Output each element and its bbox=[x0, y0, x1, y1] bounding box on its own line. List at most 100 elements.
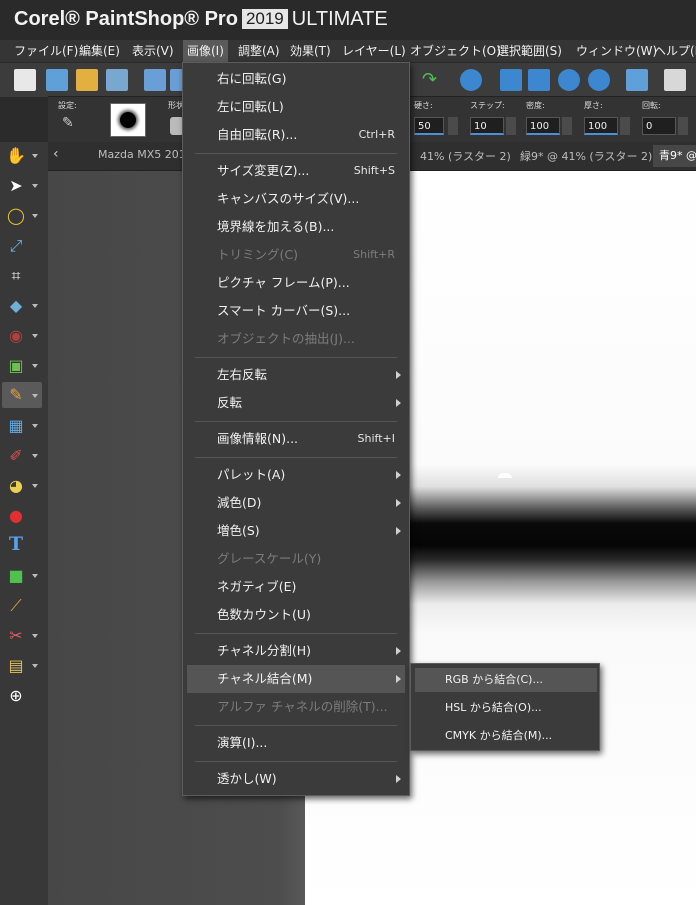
tool-flyout-arrow[interactable] bbox=[32, 364, 38, 368]
rotation-spinner[interactable] bbox=[678, 117, 688, 135]
pan-hand-icon[interactable]: ✋ bbox=[6, 146, 26, 166]
doc-tab-red[interactable]: 41% (ラスター 2) bbox=[420, 148, 511, 164]
step-input[interactable]: 10 bbox=[470, 117, 504, 135]
paint-brush-icon[interactable]: ✎ bbox=[6, 385, 26, 405]
redo-arrow-icon[interactable]: ↷ bbox=[422, 69, 444, 91]
menu-item-image-info[interactable]: 画像情報(N)... Shift+I bbox=[187, 425, 405, 453]
submenu-item-combine-cmyk[interactable]: CMYK から結合(M)... bbox=[415, 724, 597, 748]
chevron-left-icon[interactable]: ‹ bbox=[53, 146, 59, 162]
menu-item-rotate-right[interactable]: 右に回転(G) bbox=[187, 65, 405, 93]
pen-tool-icon[interactable]: ⟋ bbox=[6, 596, 26, 616]
doc-tab-mazda[interactable]: Mazda MX5 2016 bbox=[98, 148, 193, 161]
zoom-in-icon[interactable] bbox=[588, 69, 610, 91]
scanner-icon[interactable] bbox=[106, 69, 128, 91]
clone-icon[interactable]: ▣ bbox=[6, 356, 26, 376]
menu-item-resize[interactable]: サイズ変更(Z)... Shift+S bbox=[187, 157, 405, 185]
menu-item-increase-colors[interactable]: 増色(S) bbox=[187, 517, 405, 545]
warp-brush-icon[interactable]: ✂ bbox=[6, 626, 26, 646]
menu-item-watermark[interactable]: 透かし(W) bbox=[187, 765, 405, 793]
shape-tool-icon[interactable]: ■ bbox=[6, 566, 26, 586]
open-folder-icon[interactable] bbox=[76, 69, 98, 91]
menu-layers[interactable]: レイヤー(L) bbox=[338, 40, 410, 62]
menu-item-object-extractor[interactable]: オブジェクトの抽出(J)... bbox=[187, 325, 405, 353]
menu-item-greyscale[interactable]: グレースケール(Y) bbox=[187, 545, 405, 573]
menu-item-canvas-size[interactable]: キャンバスのサイズ(V)... bbox=[187, 185, 405, 213]
menu-item-rotate-left[interactable]: 左に回転(L) bbox=[187, 93, 405, 121]
tool-flyout-arrow[interactable] bbox=[32, 664, 38, 668]
menu-item-combine-channel[interactable]: チャネル結合(M) bbox=[187, 665, 405, 693]
tool-flyout-arrow[interactable] bbox=[32, 634, 38, 638]
flood-fill-icon[interactable]: ◕ bbox=[6, 476, 26, 496]
menu-selections[interactable]: 選択範囲(S) bbox=[493, 40, 566, 62]
thickness-spinner[interactable] bbox=[620, 117, 630, 135]
zoom-tool-icon[interactable] bbox=[626, 69, 648, 91]
text-tool-icon[interactable]: T bbox=[6, 534, 26, 554]
tool-flyout-arrow[interactable] bbox=[32, 484, 38, 488]
menu-effects[interactable]: 効果(T) bbox=[286, 40, 335, 62]
image-adjust-icon[interactable]: ▦ bbox=[6, 416, 26, 436]
lasso-icon[interactable]: ◯ bbox=[6, 206, 26, 226]
tool-flyout-arrow[interactable] bbox=[32, 304, 38, 308]
density-spinner[interactable] bbox=[562, 117, 572, 135]
new-file-icon[interactable] bbox=[14, 69, 36, 91]
density-input[interactable]: 100 bbox=[526, 117, 560, 135]
doc-tab-blue-active[interactable]: 青9* @ bbox=[653, 145, 696, 167]
paste-icon[interactable] bbox=[664, 69, 686, 91]
tool-flyout-arrow[interactable] bbox=[32, 184, 38, 188]
crop-icon[interactable]: ⌗ bbox=[6, 266, 26, 286]
thickness-input[interactable]: 100 bbox=[584, 117, 618, 135]
tool-flyout-arrow[interactable] bbox=[32, 424, 38, 428]
info-icon[interactable] bbox=[460, 69, 482, 91]
menu-item-flip-horizontal[interactable]: 左右反転 bbox=[187, 361, 405, 389]
menu-edit[interactable]: 編集(E) bbox=[75, 40, 124, 62]
fit-window-icon[interactable] bbox=[528, 69, 550, 91]
red-eye-icon[interactable]: ◉ bbox=[6, 326, 26, 346]
eraser-icon[interactable]: ✐ bbox=[6, 446, 26, 466]
menu-item-negative[interactable]: ネガティブ(E) bbox=[187, 573, 405, 601]
tool-flyout-arrow[interactable] bbox=[32, 394, 38, 398]
menu-adjust[interactable]: 調整(A) bbox=[234, 40, 284, 62]
color-picker-icon[interactable]: ● bbox=[6, 506, 26, 526]
menu-item-free-rotate[interactable]: 自由回転(R)... Ctrl+R bbox=[187, 121, 405, 149]
step-spinner[interactable] bbox=[506, 117, 516, 135]
save-icon[interactable] bbox=[144, 69, 166, 91]
rotation-input[interactable]: 0 bbox=[642, 117, 676, 135]
menu-file[interactable]: ファイル(F) bbox=[10, 40, 82, 62]
menu-image[interactable]: 画像(I) bbox=[183, 40, 228, 62]
tool-flyout-arrow[interactable] bbox=[32, 154, 38, 158]
layer-brush-icon[interactable]: ▤ bbox=[6, 656, 26, 676]
menu-item-count-colors[interactable]: 色数カウント(U) bbox=[187, 601, 405, 629]
menu-item-delete-alpha[interactable]: アルファ チャネルの削除(T)... bbox=[187, 693, 405, 721]
menu-view[interactable]: 表示(V) bbox=[128, 40, 178, 62]
menu-item-picture-frame[interactable]: ピクチャ フレーム(P)... bbox=[187, 269, 405, 297]
menu-item-palette[interactable]: パレット(A) bbox=[187, 461, 405, 489]
actual-size-icon[interactable] bbox=[500, 69, 522, 91]
menu-objects[interactable]: オブジェクト(O) bbox=[406, 40, 505, 62]
tool-flyout-arrow[interactable] bbox=[32, 574, 38, 578]
submenu-item-combine-rgb[interactable]: RGB から結合(C)... bbox=[415, 668, 597, 692]
menu-item-flip[interactable]: 反転 bbox=[187, 389, 405, 417]
straighten-icon[interactable]: ◆ bbox=[6, 296, 26, 316]
hardness-spinner[interactable] bbox=[448, 117, 458, 135]
hardness-input[interactable]: 50 bbox=[414, 117, 444, 135]
tool-flyout-arrow[interactable] bbox=[32, 214, 38, 218]
grid-icon[interactable] bbox=[46, 69, 68, 91]
menu-item-decrease-colors[interactable]: 減色(D) bbox=[187, 489, 405, 517]
menu-item-add-borders[interactable]: 境界線を加える(B)... bbox=[187, 213, 405, 241]
submenu-item-combine-hsl[interactable]: HSL から結合(O)... bbox=[415, 696, 597, 720]
tool-flyout-arrow[interactable] bbox=[32, 334, 38, 338]
doc-tab-green[interactable]: 緑9* @ 41% (ラスター 2) bbox=[520, 148, 652, 164]
dropper-icon[interactable]: ⤢ bbox=[6, 236, 26, 256]
pick-arrow-icon[interactable]: ➤ bbox=[6, 176, 26, 196]
menu-item-crop[interactable]: トリミング(C) Shift+R bbox=[187, 241, 405, 269]
menu-item-smart-carver[interactable]: スマート カーバー(S)... bbox=[187, 297, 405, 325]
zoom-out-icon[interactable] bbox=[558, 69, 580, 91]
menu-item-arithmetic[interactable]: 演算(I)... bbox=[187, 729, 405, 757]
tool-flyout-arrow[interactable] bbox=[32, 454, 38, 458]
menu-help[interactable]: ヘルプ(H) bbox=[650, 40, 696, 62]
menu-window[interactable]: ウィンドウ(W) bbox=[572, 40, 661, 62]
menu-item-split-channel[interactable]: チャネル分割(H) bbox=[187, 637, 405, 665]
brush-tip-preview[interactable] bbox=[110, 103, 146, 137]
brush-preset-icon[interactable]: ✎ bbox=[62, 115, 84, 135]
add-tool-icon[interactable]: ⊕ bbox=[6, 686, 26, 706]
